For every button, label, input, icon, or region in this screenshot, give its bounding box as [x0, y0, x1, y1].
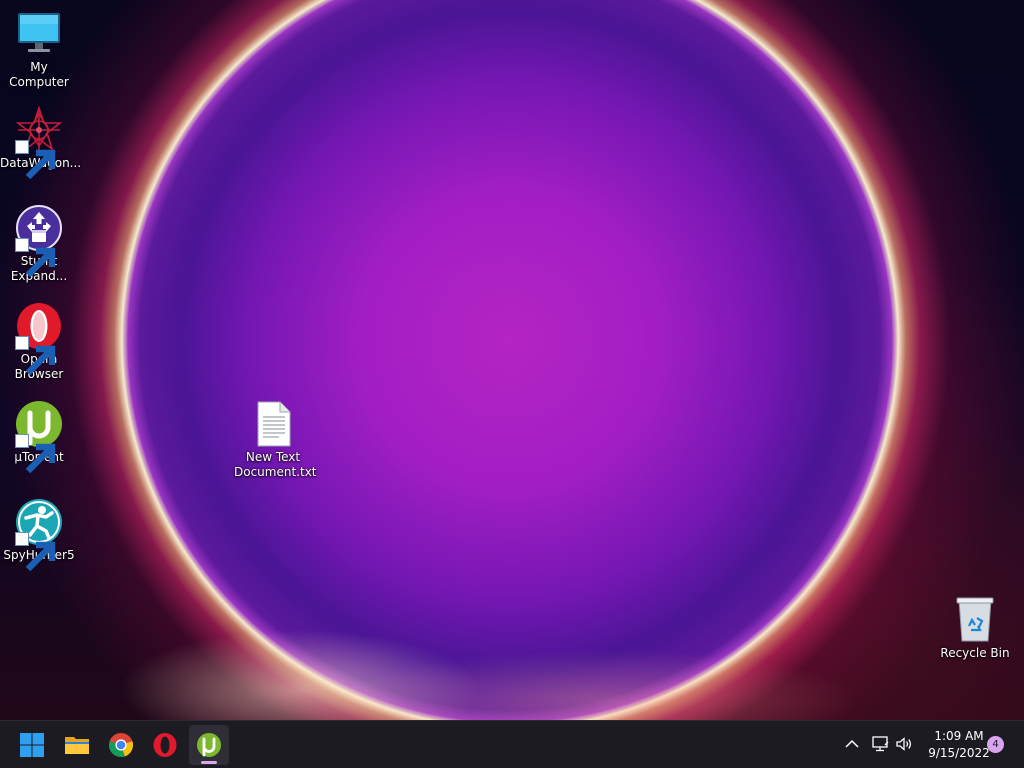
desktop-icon-label: Recycle Bin — [940, 646, 1010, 660]
chrome-icon — [108, 732, 134, 758]
desktop-icon-my-computer[interactable]: My Computer — [0, 10, 78, 90]
desktop-icon-label: Document.txt — [234, 465, 317, 479]
taskbar: 1:09 AM 9/15/2022 — [0, 720, 1024, 768]
chevron-up-icon[interactable] — [842, 734, 862, 754]
shortcut-arrow-icon — [15, 140, 56, 180]
monitor-icon — [15, 10, 63, 58]
shortcut-arrow-icon — [15, 532, 56, 572]
taskbar-opera-button[interactable] — [145, 725, 185, 765]
desktop-icon-label: New Text — [245, 450, 301, 464]
desktop-icon-recycle-bin[interactable]: Recycle Bin — [936, 596, 1014, 661]
opera-icon — [15, 302, 63, 376]
stuffit-icon — [15, 204, 63, 278]
network-icon[interactable] — [870, 734, 890, 754]
taskbar-utorrent-button[interactable] — [189, 725, 229, 765]
desktop-icon-datawagon[interactable]: DataWagon... — [0, 106, 81, 180]
windows-start-icon — [19, 732, 45, 758]
spyhunter-icon — [15, 498, 63, 572]
shortcut-arrow-icon — [15, 336, 56, 376]
start-button[interactable] — [12, 725, 52, 765]
desktop-icon-utorrent[interactable]: µTorrent — [0, 400, 78, 474]
clock-date: 9/15/2022 — [928, 746, 990, 760]
datawagon-icon — [15, 106, 63, 180]
desktop-icon-spyhunter5[interactable]: SpyHunter5 — [0, 498, 78, 572]
taskbar-chrome-button[interactable] — [101, 725, 141, 765]
folder-icon — [64, 732, 90, 758]
desktop-background[interactable]: My Computer DataWagon... StuffIt Expand.… — [0, 0, 1024, 720]
utorrent-icon — [15, 400, 63, 474]
recycle-bin-icon — [951, 596, 999, 644]
desktop-icon-new-text-document[interactable]: New Text Document.txt — [234, 400, 317, 480]
taskbar-file-explorer-button[interactable] — [57, 725, 97, 765]
desktop-icon-opera[interactable]: Opera Browser — [0, 302, 78, 382]
opera-icon — [152, 732, 178, 758]
utorrent-icon — [196, 732, 222, 758]
notification-badge[interactable]: 4 — [987, 736, 1004, 753]
shortcut-arrow-icon — [15, 434, 56, 474]
desktop-icon-label: My Computer — [9, 60, 69, 89]
text-file-icon — [249, 400, 297, 448]
volume-icon[interactable] — [894, 734, 914, 754]
desktop-icon-stuffit[interactable]: StuffIt Expand... — [0, 204, 78, 284]
shortcut-arrow-icon — [15, 238, 56, 278]
active-app-indicator — [201, 761, 217, 764]
